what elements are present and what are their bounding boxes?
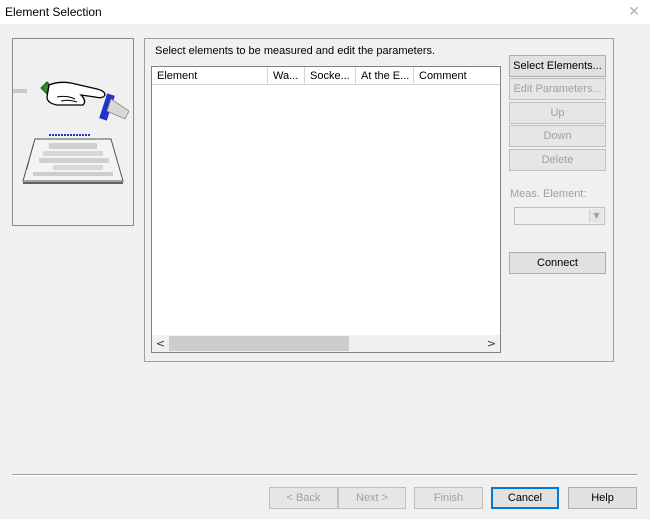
connect-button[interactable]: Connect [509, 252, 606, 274]
title-bar: Element Selection ✕ [0, 0, 650, 24]
down-button[interactable]: Down [509, 125, 606, 147]
scroll-left-icon[interactable]: < [152, 335, 169, 352]
finish-button[interactable]: Finish [414, 487, 483, 509]
help-button[interactable]: Help [568, 487, 637, 509]
column-header-socket[interactable]: Socke... [305, 67, 356, 85]
chevron-down-icon[interactable]: ▼ [589, 209, 603, 223]
select-elements-button[interactable]: Select Elements... [509, 55, 606, 77]
element-list[interactable]: Element Wa... Socke... At the E... Comme… [151, 66, 501, 353]
meas-element-label: Meas. Element: [510, 188, 587, 200]
cancel-button[interactable]: Cancel [491, 487, 559, 509]
column-header-wa[interactable]: Wa... [268, 67, 305, 85]
edit-parameters-button[interactable]: Edit Parameters... [509, 78, 606, 100]
back-button[interactable]: < Back [269, 487, 338, 509]
hand-on-element-card-icon [13, 81, 130, 184]
close-icon[interactable]: ✕ [628, 4, 640, 20]
delete-button[interactable]: Delete [509, 149, 606, 171]
column-header-comment[interactable]: Comment [414, 67, 500, 85]
up-button[interactable]: Up [509, 102, 606, 124]
next-button[interactable]: Next > [338, 487, 406, 509]
wizard-illustration [12, 38, 134, 226]
horizontal-scrollbar[interactable]: < > [152, 335, 500, 352]
scrollbar-thumb[interactable] [169, 336, 349, 351]
scroll-right-icon[interactable]: > [483, 335, 500, 352]
footer-separator [12, 474, 637, 476]
column-header-element[interactable]: Element [152, 67, 268, 85]
meas-element-combo[interactable]: ▼ [514, 207, 605, 225]
window-title: Element Selection [5, 5, 102, 19]
instruction-text: Select elements to be measured and edit … [155, 45, 436, 57]
list-header: Element Wa... Socke... At the E... Comme… [152, 67, 500, 85]
column-header-at-the-end[interactable]: At the E... [356, 67, 414, 85]
